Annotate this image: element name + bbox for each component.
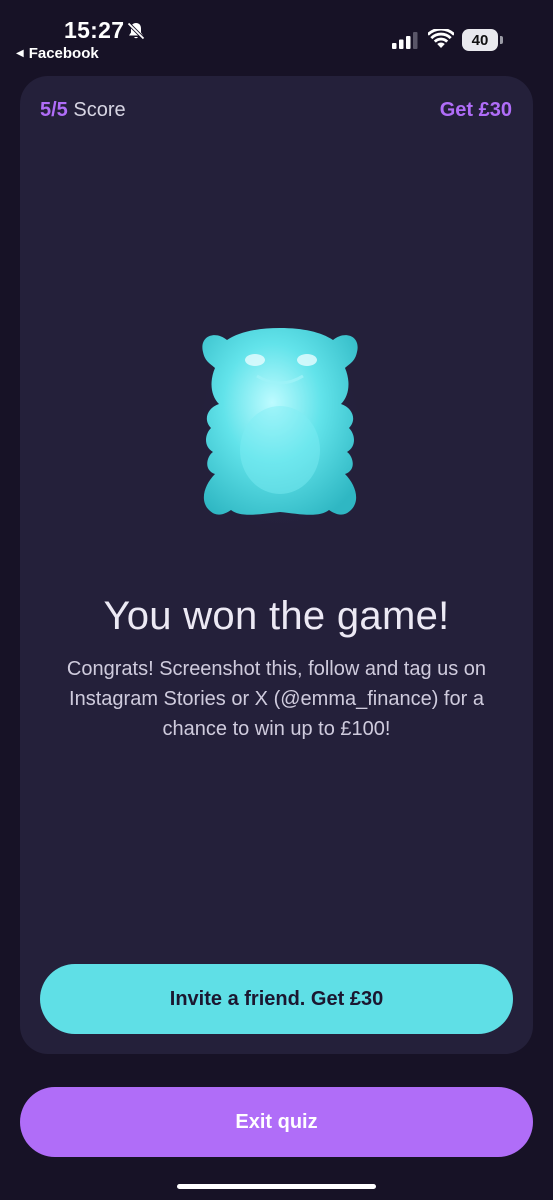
home-indicator[interactable] <box>177 1184 376 1189</box>
win-description: Congrats! Screenshot this, follow and ta… <box>66 658 487 740</box>
status-time: 15:27 <box>64 17 125 43</box>
back-to-app-link[interactable]: ◀ Facebook <box>16 45 99 62</box>
back-app-label: Facebook <box>28 45 99 62</box>
back-triangle-icon: ◀ <box>16 48 24 59</box>
battery-indicator: 40 <box>462 29 504 51</box>
wifi-icon <box>428 29 454 48</box>
score-label: Score <box>73 99 126 121</box>
bell-slash-icon <box>127 22 145 40</box>
quiz-result-screen: 15:27 ◀ Facebook 40 5/5 Score Get £30 Yo… <box>0 0 553 1200</box>
score-display: 5/5 Score <box>40 99 126 122</box>
invite-friend-button[interactable]: Invite a friend. Get £30 <box>40 964 513 1034</box>
get-reward-link[interactable]: Get £30 <box>440 99 512 122</box>
score-value: 5/5 <box>40 99 68 121</box>
cellular-signal-icon <box>392 32 418 49</box>
battery-level: 40 <box>462 29 498 51</box>
battery-tip <box>500 36 503 44</box>
win-title: You won the game! <box>103 594 450 638</box>
gummy-bear-icon <box>195 315 365 540</box>
exit-quiz-button[interactable]: Exit quiz <box>20 1087 533 1157</box>
status-bar: 15:27 ◀ Facebook 40 <box>0 0 553 70</box>
result-card: 5/5 Score Get £30 You won the game! Cong… <box>20 76 533 1054</box>
